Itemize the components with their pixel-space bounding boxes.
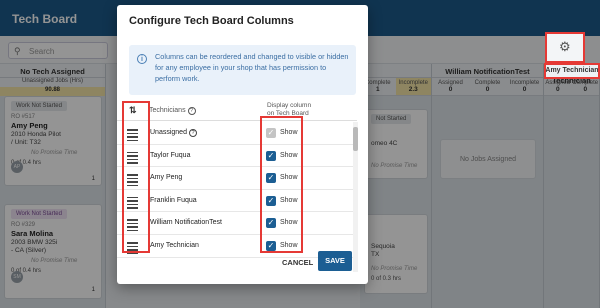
tech-row[interactable]: Unassigned? ✓ Show	[117, 122, 357, 145]
tech-name: Unassigned?	[150, 129, 197, 137]
info-text: Columns can be reordered and changed to …	[155, 52, 349, 83]
info-banner: i Columns can be reordered and changed t…	[129, 45, 356, 95]
save-button[interactable]: SAVE	[318, 251, 352, 271]
scrollbar-thumb[interactable]	[353, 127, 358, 151]
tech-row[interactable]: Taylor Fuqua ✓ Show	[117, 145, 357, 168]
tech-name: Amy Peng	[150, 174, 183, 182]
tech-name: Franklin Fuqua	[150, 196, 197, 204]
help-icon[interactable]: ?	[187, 107, 196, 115]
tech-row[interactable]: Amy Peng ✓ Show	[117, 167, 357, 190]
tech-name: William NotificationTest	[150, 219, 222, 227]
cancel-button[interactable]: CANCEL	[282, 258, 313, 267]
technicians-header: Technicians?	[149, 107, 196, 115]
display-header-line1: Display column	[267, 102, 312, 109]
dialog-title: Configure Tech Board Columns	[129, 15, 294, 27]
highlight-box	[544, 63, 600, 79]
highlight-box	[260, 116, 303, 253]
configure-columns-dialog: Configure Tech Board Columns i Columns c…	[117, 5, 368, 284]
highlight-box	[122, 101, 150, 253]
tech-name-label: Unassigned	[150, 129, 187, 136]
technicians-header-label: Technicians	[149, 107, 186, 114]
tech-row[interactable]: Franklin Fuqua ✓ Show	[117, 190, 357, 213]
table-header: ⇅ Technicians? Display column on Tech Boa…	[117, 101, 357, 121]
tech-name: Taylor Fuqua	[150, 151, 191, 159]
help-icon[interactable]: ?	[188, 129, 197, 137]
info-icon: i	[137, 54, 147, 64]
tech-row[interactable]: William NotificationTest ✓ Show	[117, 212, 357, 235]
tech-name: Amy Technician	[150, 242, 199, 249]
settings-gear-button[interactable]: ⚙	[545, 32, 585, 63]
gear-icon: ⚙	[559, 39, 571, 54]
